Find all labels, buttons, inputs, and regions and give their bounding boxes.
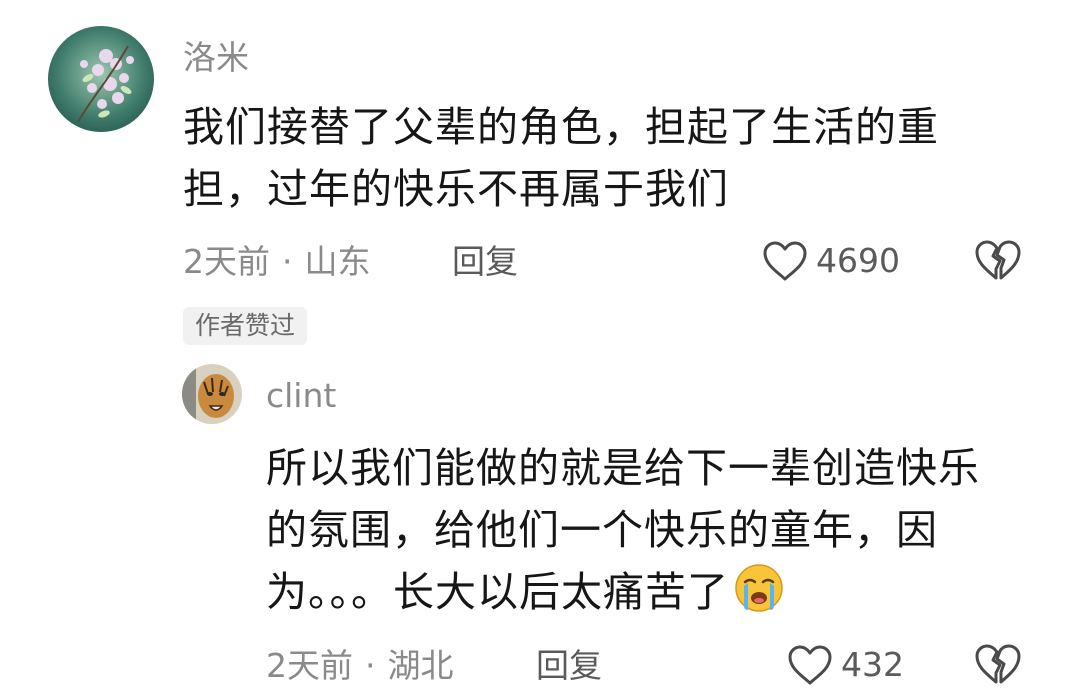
avatar[interactable]: [182, 364, 242, 424]
separator: ·: [365, 646, 376, 685]
heart-outline-icon: [763, 241, 807, 281]
comment-meta: 2天前 · 湖北: [266, 646, 454, 686]
reply-button[interactable]: 回复: [452, 242, 518, 282]
comment-meta: 2天前 · 山东: [183, 242, 371, 282]
dislike-button[interactable]: [974, 238, 1022, 282]
avatar[interactable]: [48, 26, 154, 132]
username[interactable]: clint: [266, 376, 336, 416]
like-button[interactable]: 432: [787, 644, 904, 686]
like-count: 432: [841, 645, 904, 684]
username[interactable]: 洛米: [183, 38, 249, 78]
broken-heart-icon: [975, 240, 1021, 280]
author-liked-badge: 作者赞过: [183, 307, 308, 345]
reply-button[interactable]: 回复: [536, 646, 602, 686]
comment-line: 担，过年的快乐不再属于我们: [183, 165, 729, 213]
location: 山东: [304, 242, 371, 281]
separator: ·: [282, 242, 293, 281]
comment-line: 为。。。长大以后太痛苦了: [266, 561, 980, 623]
timestamp: 2天前: [266, 646, 353, 685]
like-button[interactable]: 4690: [762, 240, 900, 282]
timestamp: 2天前: [183, 242, 270, 281]
tiger-avatar: [182, 364, 242, 424]
comment-line: 所以我们能做的就是给下一辈创造快乐: [266, 444, 980, 492]
comment-line-text: 为。。。长大以后太痛苦了: [266, 568, 729, 616]
comment-line: 我们接替了父辈的角色，担起了生活的重: [183, 103, 939, 151]
comment-text: 所以我们能做的就是给下一辈创造快乐 的氛围，给他们一个快乐的童年，因 为。。。长…: [266, 437, 980, 623]
dislike-button[interactable]: [974, 642, 1022, 686]
like-count: 4690: [816, 241, 900, 280]
heart-outline-icon: [788, 645, 832, 685]
location: 湖北: [387, 646, 454, 685]
comment-line: 的氛围，给他们一个快乐的童年，因: [266, 506, 938, 554]
flower-avatar: [48, 26, 154, 132]
crying-face-icon: [733, 562, 785, 631]
comment-text: 我们接替了父辈的角色，担起了生活的重 担，过年的快乐不再属于我们: [183, 96, 939, 220]
broken-heart-icon: [975, 644, 1021, 684]
